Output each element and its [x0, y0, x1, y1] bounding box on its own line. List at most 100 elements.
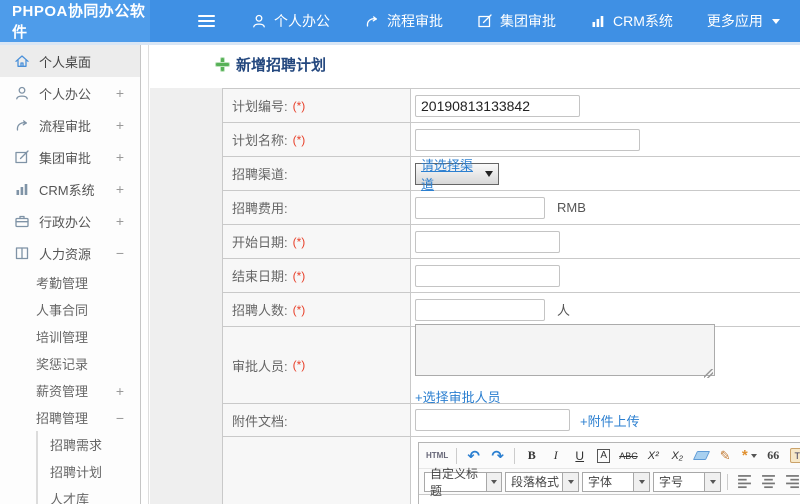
nav-item-label: CRM系统: [613, 13, 673, 29]
toolbar-separator: [514, 447, 516, 464]
attachment-input[interactable]: [415, 409, 570, 431]
field-label: 招聘费用:: [232, 201, 288, 216]
font-border-button[interactable]: A: [593, 446, 614, 466]
nav-item-2[interactable]: 流程审批: [364, 11, 443, 31]
sidebar-item-人力资源[interactable]: 人力资源 −: [0, 237, 140, 269]
field-label: 结束日期:: [232, 269, 288, 284]
add-plus-icon: [216, 58, 229, 71]
field-value-cell: HTML↶↷BIUAABCX²X₂✎*66TAab自定义标题段落格式字体字号: [411, 437, 800, 504]
button-glyph: A: [597, 448, 611, 463]
nav-item-4[interactable]: CRM系统: [590, 11, 673, 31]
field-label: 招聘人数:: [232, 303, 288, 318]
plan-name-input[interactable]: [415, 128, 640, 151]
autoformat-button[interactable]: *: [739, 446, 760, 466]
sidebar-item-label: 招聘计划: [50, 465, 103, 480]
required-mark: (*): [292, 302, 306, 317]
sidebar-item-招聘计划[interactable]: 招聘计划: [38, 458, 140, 485]
bold-button[interactable]: B: [521, 446, 542, 466]
field-label-cell: 招聘人数: (*): [223, 293, 411, 326]
sidebar-item-label: 人事合同: [36, 303, 89, 318]
sidebar-item-培训管理[interactable]: 培训管理: [0, 323, 140, 350]
expander-plus-icon[interactable]: +: [116, 213, 124, 229]
redo-button[interactable]: ↷: [487, 446, 508, 466]
form-row-attachment: 附件文档: +附件上传: [223, 404, 800, 437]
field-label-cell: 审批人员: (*): [223, 327, 411, 403]
hamburger-menu-icon[interactable]: [198, 15, 215, 27]
nav-item-5[interactable]: 更多应用: [707, 11, 780, 31]
subscript-button[interactable]: X₂: [667, 446, 688, 466]
sidebar-item-个人办公[interactable]: 个人办公 +: [0, 77, 140, 109]
field-value-cell: +附件上传: [411, 404, 800, 436]
recruit-channel-select[interactable]: 请选择渠道: [415, 158, 499, 192]
sidebar-item-招聘管理[interactable]: 招聘管理 −: [0, 404, 140, 431]
field-label: 计划名称:: [232, 133, 288, 148]
recruit-cost-input[interactable]: [415, 196, 545, 219]
sidebar-item-人事合同[interactable]: 人事合同: [0, 296, 140, 323]
sidebar-item-label: 薪资管理: [36, 384, 89, 399]
field-value-cell: [411, 123, 800, 156]
html-source-button[interactable]: HTML: [424, 446, 450, 466]
underline-button[interactable]: U: [569, 446, 590, 466]
end-date-input[interactable]: [415, 264, 560, 287]
field-label-cell: 计划名称: (*): [223, 123, 411, 156]
blockquote-button[interactable]: 66: [763, 446, 784, 466]
sidebar-item-CRM系统[interactable]: CRM系统 +: [0, 173, 140, 205]
strikethrough-button[interactable]: ABC: [617, 446, 640, 466]
start-date-input[interactable]: [415, 230, 560, 253]
format-brush-button[interactable]: ✎: [715, 446, 736, 466]
expander-plus-icon[interactable]: +: [116, 85, 124, 101]
paste-text-button[interactable]: T: [787, 446, 800, 466]
expander-minus-icon[interactable]: −: [116, 410, 124, 426]
expander-minus-icon[interactable]: −: [116, 245, 124, 261]
expander-plus-icon[interactable]: +: [116, 117, 124, 133]
font-family-select[interactable]: 字体: [582, 471, 650, 492]
sidebar-item-label: CRM系统: [39, 182, 95, 198]
align-right-button[interactable]: [782, 472, 800, 492]
rich-text-editor: HTML↶↷BIUAABCX²X₂✎*66TAab自定义标题段落格式字体字号: [418, 442, 800, 504]
top-nav-items: 个人办公 流程审批 集团审批 CRM系统 更多应用: [251, 11, 780, 31]
italic-button[interactable]: I: [545, 446, 566, 466]
nav-item-3[interactable]: 集团审批: [477, 11, 556, 31]
expander-plus-icon[interactable]: +: [116, 181, 124, 197]
sidebar-sub-group: 招聘需求招聘计划人才库: [36, 431, 140, 504]
field-value-cell: 人: [411, 293, 800, 326]
nav-item-1[interactable]: 个人办公: [251, 11, 330, 31]
sidebar-item-薪资管理[interactable]: 薪资管理 +: [0, 377, 140, 404]
expander-plus-icon[interactable]: +: [116, 149, 124, 165]
eraser-button[interactable]: [691, 446, 712, 466]
sidebar-item-个人桌面[interactable]: 个人桌面: [0, 45, 140, 77]
recruit-count-input[interactable]: [415, 298, 545, 321]
header-divider: [0, 42, 800, 45]
custom-title-select[interactable]: 自定义标题: [424, 467, 502, 498]
caret-down-icon: [704, 472, 720, 491]
paragraph-format-select[interactable]: 段落格式: [505, 471, 579, 492]
sidebar-item-label: 个人办公: [39, 86, 92, 102]
sidebar-item-行政办公[interactable]: 行政办公 +: [0, 205, 140, 237]
workflow-icon: [14, 117, 30, 133]
required-mark: (*): [292, 268, 306, 283]
field-label-cell: 结束日期: (*): [223, 259, 411, 292]
sidebar-item-label: 人力资源: [39, 246, 92, 262]
sidebar-item-考勤管理[interactable]: 考勤管理: [0, 269, 140, 296]
sidebar-item-流程审批[interactable]: 流程审批 +: [0, 109, 140, 141]
align-center-button[interactable]: [758, 472, 779, 492]
main-content: 新增招聘计划 计划编号: (*) 计划名称: (*) 招聘渠道: 请选择渠道招聘费用: RM…: [150, 45, 800, 504]
sidebar-item-奖惩记录[interactable]: 奖惩记录: [0, 350, 140, 377]
sidebar-item-人才库[interactable]: 人才库: [38, 485, 140, 504]
form-row-recruit-count: 招聘人数: (*) 人: [223, 293, 800, 327]
expander-plus-icon[interactable]: +: [116, 383, 124, 399]
undo-button[interactable]: ↶: [463, 446, 484, 466]
approvers-textarea[interactable]: [415, 324, 715, 376]
sidebar-item-集团审批[interactable]: 集团审批 +: [0, 141, 140, 173]
superscript-button[interactable]: X²: [643, 446, 664, 466]
align-left-button[interactable]: [734, 472, 755, 492]
sidebar-item-招聘需求[interactable]: 招聘需求: [38, 431, 140, 458]
field-value-cell: RMB: [411, 191, 800, 224]
field-label-cell: 招聘渠道:: [223, 157, 411, 190]
attachment-upload-link[interactable]: +附件上传: [580, 411, 640, 430]
font-size-select[interactable]: 字号: [653, 471, 721, 492]
plan-number-input[interactable]: [415, 94, 580, 117]
form-row-recruit-channel: 招聘渠道: 请选择渠道: [223, 157, 800, 192]
resize-handle[interactable]: [704, 369, 713, 378]
sidebar-item-label: 招聘管理: [36, 411, 89, 426]
